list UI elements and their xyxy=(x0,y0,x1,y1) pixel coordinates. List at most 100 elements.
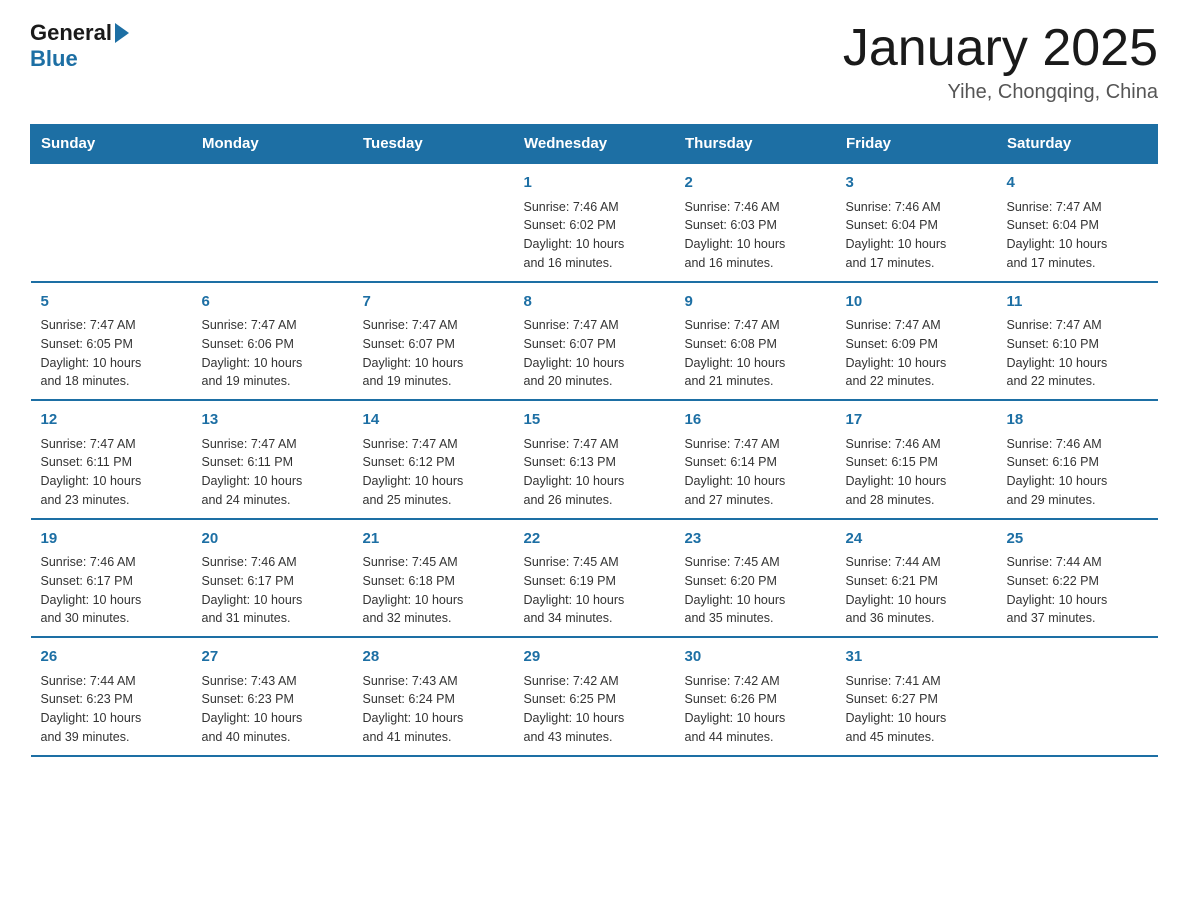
day-info: Sunset: 6:03 PM xyxy=(685,216,826,235)
day-number: 19 xyxy=(41,528,182,551)
calendar-cell xyxy=(192,163,353,282)
page-header: General Blue January 2025 Yihe, Chongqin… xyxy=(30,20,1158,104)
title-block: January 2025 Yihe, Chongqing, China xyxy=(843,20,1158,104)
day-info: and 22 minutes. xyxy=(1007,372,1148,391)
day-info: Sunrise: 7:44 AM xyxy=(1007,553,1148,572)
day-info: Daylight: 10 hours xyxy=(846,354,987,373)
day-info: Sunset: 6:07 PM xyxy=(363,335,504,354)
calendar-cell: 10Sunrise: 7:47 AMSunset: 6:09 PMDayligh… xyxy=(836,282,997,401)
day-info: Sunrise: 7:42 AM xyxy=(685,672,826,691)
day-number: 5 xyxy=(41,291,182,314)
day-info: Sunrise: 7:46 AM xyxy=(41,553,182,572)
day-info: Daylight: 10 hours xyxy=(685,354,826,373)
day-info: Sunset: 6:12 PM xyxy=(363,453,504,472)
day-info: Daylight: 10 hours xyxy=(846,709,987,728)
day-info: Sunset: 6:16 PM xyxy=(1007,453,1148,472)
day-number: 28 xyxy=(363,646,504,669)
calendar-week-row: 26Sunrise: 7:44 AMSunset: 6:23 PMDayligh… xyxy=(31,637,1158,756)
day-info: Daylight: 10 hours xyxy=(41,709,182,728)
calendar-cell: 5Sunrise: 7:47 AMSunset: 6:05 PMDaylight… xyxy=(31,282,192,401)
day-info: and 34 minutes. xyxy=(524,609,665,628)
day-info: Sunrise: 7:46 AM xyxy=(524,198,665,217)
day-info: Sunset: 6:27 PM xyxy=(846,690,987,709)
day-info: and 16 minutes. xyxy=(685,254,826,273)
calendar-cell: 15Sunrise: 7:47 AMSunset: 6:13 PMDayligh… xyxy=(514,400,675,519)
calendar-cell: 28Sunrise: 7:43 AMSunset: 6:24 PMDayligh… xyxy=(353,637,514,756)
day-number: 14 xyxy=(363,409,504,432)
calendar-cell: 23Sunrise: 7:45 AMSunset: 6:20 PMDayligh… xyxy=(675,519,836,638)
day-info: Sunset: 6:07 PM xyxy=(524,335,665,354)
day-info: and 24 minutes. xyxy=(202,491,343,510)
day-info: Sunrise: 7:42 AM xyxy=(524,672,665,691)
day-info: Daylight: 10 hours xyxy=(363,354,504,373)
calendar-day-header-friday: Friday xyxy=(836,125,997,164)
calendar-day-header-wednesday: Wednesday xyxy=(514,125,675,164)
day-info: and 36 minutes. xyxy=(846,609,987,628)
day-info: Sunset: 6:14 PM xyxy=(685,453,826,472)
day-info: and 32 minutes. xyxy=(363,609,504,628)
day-info: and 19 minutes. xyxy=(202,372,343,391)
day-info: Daylight: 10 hours xyxy=(524,354,665,373)
day-info: Daylight: 10 hours xyxy=(202,472,343,491)
day-info: Daylight: 10 hours xyxy=(685,709,826,728)
calendar-cell: 17Sunrise: 7:46 AMSunset: 6:15 PMDayligh… xyxy=(836,400,997,519)
day-info: Sunrise: 7:47 AM xyxy=(685,435,826,454)
day-info: and 26 minutes. xyxy=(524,491,665,510)
day-info: Sunrise: 7:46 AM xyxy=(1007,435,1148,454)
day-info: Sunset: 6:25 PM xyxy=(524,690,665,709)
day-info: Sunset: 6:19 PM xyxy=(524,572,665,591)
day-info: Sunset: 6:11 PM xyxy=(202,453,343,472)
day-info: Sunset: 6:21 PM xyxy=(846,572,987,591)
day-info: Daylight: 10 hours xyxy=(846,235,987,254)
day-number: 10 xyxy=(846,291,987,314)
calendar-cell: 9Sunrise: 7:47 AMSunset: 6:08 PMDaylight… xyxy=(675,282,836,401)
calendar-cell: 30Sunrise: 7:42 AMSunset: 6:26 PMDayligh… xyxy=(675,637,836,756)
day-number: 29 xyxy=(524,646,665,669)
day-info: Daylight: 10 hours xyxy=(202,709,343,728)
calendar-cell: 21Sunrise: 7:45 AMSunset: 6:18 PMDayligh… xyxy=(353,519,514,638)
calendar-body: 1Sunrise: 7:46 AMSunset: 6:02 PMDaylight… xyxy=(31,163,1158,756)
day-info: Sunset: 6:08 PM xyxy=(685,335,826,354)
day-info: Daylight: 10 hours xyxy=(202,591,343,610)
day-info: Daylight: 10 hours xyxy=(846,591,987,610)
day-info: and 21 minutes. xyxy=(685,372,826,391)
calendar-cell: 6Sunrise: 7:47 AMSunset: 6:06 PMDaylight… xyxy=(192,282,353,401)
day-info: and 18 minutes. xyxy=(41,372,182,391)
day-number: 1 xyxy=(524,172,665,195)
calendar-header: SundayMondayTuesdayWednesdayThursdayFrid… xyxy=(31,125,1158,164)
day-info: and 41 minutes. xyxy=(363,728,504,747)
day-number: 31 xyxy=(846,646,987,669)
calendar-cell xyxy=(31,163,192,282)
day-info: and 20 minutes. xyxy=(524,372,665,391)
calendar-cell: 31Sunrise: 7:41 AMSunset: 6:27 PMDayligh… xyxy=(836,637,997,756)
calendar-cell: 12Sunrise: 7:47 AMSunset: 6:11 PMDayligh… xyxy=(31,400,192,519)
calendar-day-header-saturday: Saturday xyxy=(997,125,1158,164)
day-number: 7 xyxy=(363,291,504,314)
calendar-cell: 18Sunrise: 7:46 AMSunset: 6:16 PMDayligh… xyxy=(997,400,1158,519)
day-info: and 29 minutes. xyxy=(1007,491,1148,510)
day-info: Sunrise: 7:47 AM xyxy=(363,316,504,335)
day-info: Sunset: 6:09 PM xyxy=(846,335,987,354)
day-info: and 17 minutes. xyxy=(846,254,987,273)
day-number: 13 xyxy=(202,409,343,432)
day-info: and 19 minutes. xyxy=(363,372,504,391)
day-info: Daylight: 10 hours xyxy=(524,472,665,491)
day-info: Sunset: 6:04 PM xyxy=(1007,216,1148,235)
calendar-cell: 11Sunrise: 7:47 AMSunset: 6:10 PMDayligh… xyxy=(997,282,1158,401)
day-info: and 31 minutes. xyxy=(202,609,343,628)
calendar-week-row: 1Sunrise: 7:46 AMSunset: 6:02 PMDaylight… xyxy=(31,163,1158,282)
calendar-cell: 22Sunrise: 7:45 AMSunset: 6:19 PMDayligh… xyxy=(514,519,675,638)
calendar-cell xyxy=(353,163,514,282)
calendar-cell: 26Sunrise: 7:44 AMSunset: 6:23 PMDayligh… xyxy=(31,637,192,756)
calendar-cell: 16Sunrise: 7:47 AMSunset: 6:14 PMDayligh… xyxy=(675,400,836,519)
day-info: Sunrise: 7:46 AM xyxy=(846,435,987,454)
calendar-table: SundayMondayTuesdayWednesdayThursdayFrid… xyxy=(30,124,1158,757)
calendar-cell: 20Sunrise: 7:46 AMSunset: 6:17 PMDayligh… xyxy=(192,519,353,638)
logo-arrow-icon xyxy=(115,23,129,43)
day-info: and 23 minutes. xyxy=(41,491,182,510)
calendar-cell: 25Sunrise: 7:44 AMSunset: 6:22 PMDayligh… xyxy=(997,519,1158,638)
calendar-cell: 27Sunrise: 7:43 AMSunset: 6:23 PMDayligh… xyxy=(192,637,353,756)
day-info: Sunset: 6:17 PM xyxy=(41,572,182,591)
day-info: Sunrise: 7:46 AM xyxy=(685,198,826,217)
logo-blue-text: Blue xyxy=(30,46,78,72)
